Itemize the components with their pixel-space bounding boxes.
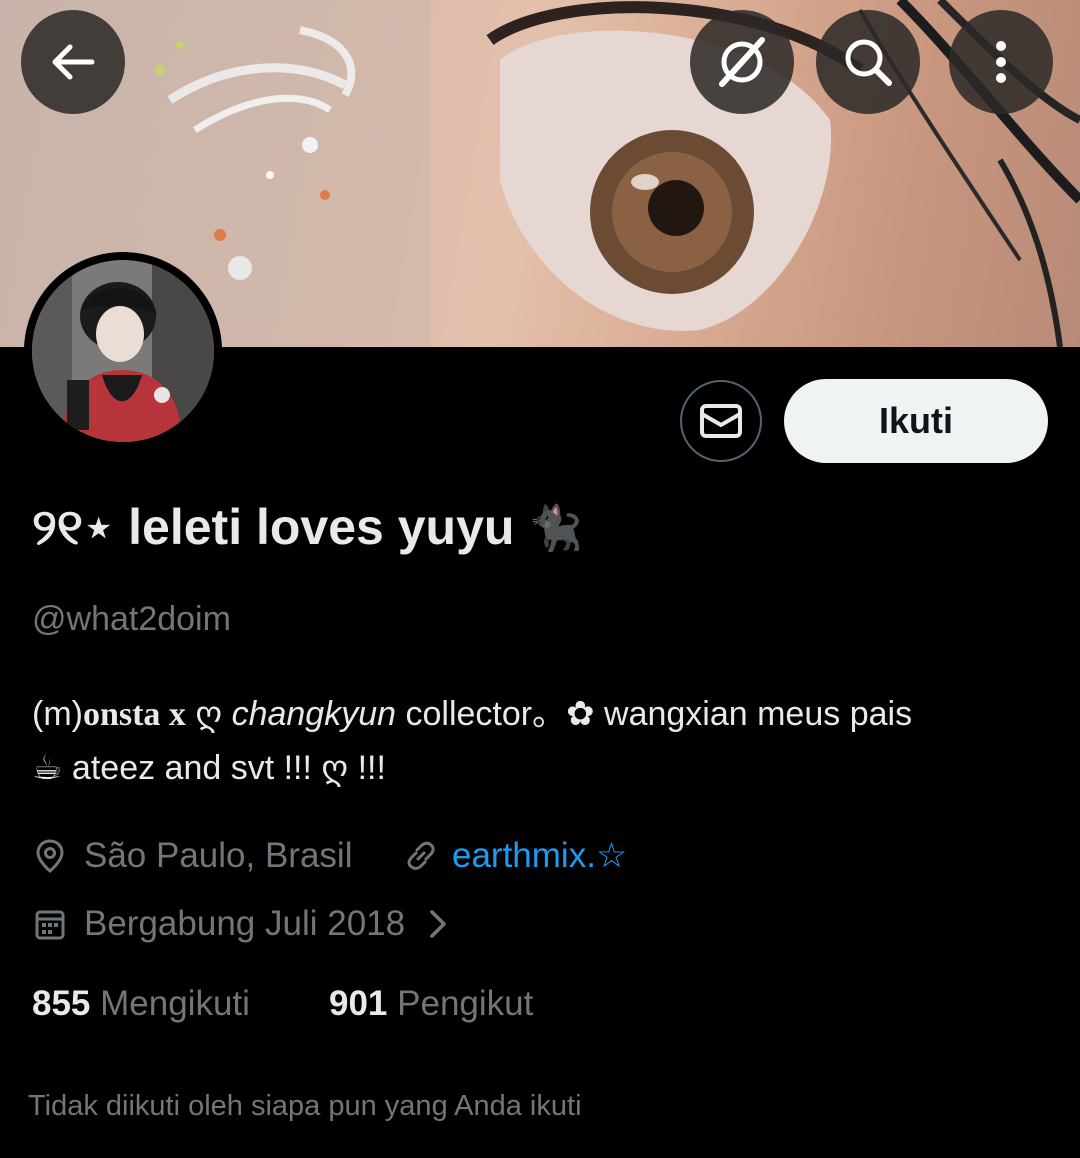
location-pin-icon <box>36 839 64 873</box>
bio-styled-text: onsta x <box>82 696 186 733</box>
bio-suffix: collector。✿ wangxian meus pais <box>396 695 913 733</box>
following-count: 855 <box>32 984 91 1023</box>
website-row[interactable]: earthmix.☆ <box>404 836 627 876</box>
follow-button[interactable]: Ikuti <box>784 379 1048 463</box>
more-options-button[interactable] <box>949 10 1053 114</box>
avatar-image <box>32 260 214 442</box>
search-icon <box>845 39 892 86</box>
joined-date-text: Bergabung Juli 2018 <box>84 904 406 943</box>
bio-line-1: (m)onsta x ღ changkyun collector。✿ wangx… <box>32 686 912 735</box>
grok-icon <box>719 37 765 87</box>
location-row: São Paulo, Brasil <box>34 836 352 876</box>
bio-italic-text: changkyun <box>231 695 397 733</box>
black-cat-emoji: 🐈‍⬛ <box>528 503 584 553</box>
message-button[interactable] <box>680 380 762 462</box>
link-icon <box>407 841 435 870</box>
followers-label: Pengikut <box>397 984 534 1023</box>
followed-by-note: Tidak diikuti oleh siapa pun yang Anda i… <box>28 1090 582 1122</box>
envelope-icon <box>700 404 742 438</box>
bio-prefix: (m) <box>32 695 83 733</box>
grok-button[interactable] <box>690 10 794 114</box>
profile-avatar[interactable] <box>24 252 222 450</box>
username-handle: @what2doim <box>32 600 231 638</box>
display-name: ୨୧⋆ leleti loves yuyu 🐈‍⬛ <box>32 498 583 557</box>
more-vertical-icon <box>996 41 1006 83</box>
joined-date-row[interactable]: Bergabung Juli 2018 <box>34 904 449 944</box>
following-stat[interactable]: 855 Mengikuti <box>32 984 250 1024</box>
bio-heart: ღ <box>185 695 232 733</box>
arrow-left-icon <box>52 44 95 80</box>
calendar-icon <box>35 910 65 940</box>
bio-line-2: ☕ ateez and svt !!! ღ !!! <box>32 749 386 787</box>
chevron-right-icon <box>430 910 446 938</box>
followers-stat[interactable]: 901 Pengikut <box>329 984 533 1024</box>
followers-count: 901 <box>329 984 388 1023</box>
display-name-text: ୨୧⋆ leleti loves yuyu <box>32 499 515 555</box>
website-link[interactable]: earthmix.☆ <box>452 836 627 876</box>
search-button[interactable] <box>816 10 920 114</box>
location-text: São Paulo, Brasil <box>84 836 353 875</box>
following-label: Mengikuti <box>100 984 250 1023</box>
back-button[interactable] <box>21 10 125 114</box>
